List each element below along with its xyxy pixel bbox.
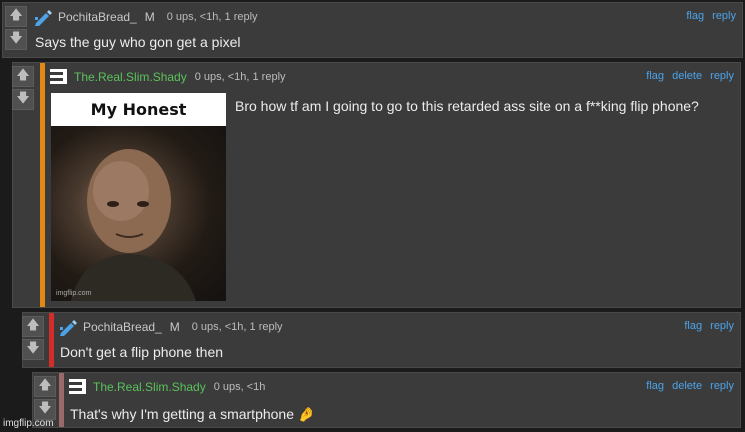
comment-actions: flag reply	[681, 10, 736, 22]
reply-link[interactable]: reply	[710, 380, 734, 392]
comment-text: Says the guy who gon get a pixel	[35, 34, 241, 50]
reply-link[interactable]: reply	[712, 10, 736, 22]
accent-bar	[49, 313, 54, 367]
reply-link[interactable]: reply	[710, 320, 734, 332]
comment-meta: 0 ups, <1h, 1 reply	[194, 71, 286, 83]
upvote-button[interactable]: 🡅	[34, 376, 56, 397]
vote-controls: 🡅 🡇	[22, 316, 44, 362]
pinched-fingers-icon: 🤌	[297, 406, 316, 422]
accent-bar	[40, 63, 45, 307]
comment-meta: 0 ups, <1h	[213, 381, 266, 393]
delete-link[interactable]: delete	[672, 70, 702, 82]
menu-icon	[50, 69, 67, 84]
meme-title: My Honest Reaction	[51, 93, 226, 152]
comment-header: PochitaBread_ M 0 ups, <1h, 1 reply	[33, 9, 258, 26]
comment-actions: flag reply	[679, 320, 734, 332]
downvote-button[interactable]: 🡇	[22, 339, 44, 360]
delete-link[interactable]: delete	[672, 380, 702, 392]
downvote-button[interactable]: 🡇	[34, 399, 56, 420]
comment-actions: flag delete reply	[641, 380, 734, 392]
comment-1: 🡅 🡇 PochitaBread_ M 0 ups, <1h, 1 reply …	[2, 2, 743, 58]
upvote-button[interactable]: 🡅	[22, 316, 44, 337]
flag-link[interactable]: flag	[646, 380, 664, 392]
comment-4: 🡅 🡇 The.Real.Slim.Shady 0 ups, <1h flag …	[32, 372, 741, 428]
comment-meta: 0 ups, <1h, 1 reply	[191, 321, 283, 333]
comment-3: 🡅 🡇 PochitaBread_ M 0 ups, <1h, 1 reply …	[22, 312, 741, 368]
username[interactable]: The.Real.Slim.Shady	[74, 70, 187, 84]
vote-controls: 🡅 🡇	[12, 66, 34, 112]
flag-link[interactable]: flag	[686, 10, 704, 22]
downvote-button[interactable]: 🡇	[5, 29, 27, 50]
flag-link[interactable]: flag	[646, 70, 664, 82]
vote-controls: 🡅 🡇	[5, 6, 27, 52]
mod-badge: M	[144, 10, 155, 24]
meme-caption: imgflip.com	[56, 290, 92, 297]
comment-header: The.Real.Slim.Shady 0 ups, <1h, 1 reply	[49, 69, 286, 85]
comment-header: The.Real.Slim.Shady 0 ups, <1h	[68, 379, 265, 395]
comment-header: PochitaBread_ M 0 ups, <1h, 1 reply	[58, 319, 283, 336]
flag-link[interactable]: flag	[684, 320, 702, 332]
comment-text-content: That's why I'm getting a smartphone	[70, 406, 295, 422]
comment-text: Don't get a flip phone then	[60, 344, 224, 360]
username[interactable]: PochitaBread_	[83, 320, 162, 334]
comment-meta: 0 ups, <1h, 1 reply	[166, 11, 258, 23]
upvote-button[interactable]: 🡅	[5, 6, 27, 27]
reply-link[interactable]: reply	[710, 70, 734, 82]
man-portrait-image	[71, 149, 196, 301]
username[interactable]: PochitaBread_	[58, 10, 137, 24]
menu-icon	[69, 379, 86, 394]
comment-text: That's why I'm getting a smartphone 🤌	[70, 406, 315, 423]
vote-controls: 🡅 🡇	[34, 376, 56, 422]
meme-image[interactable]: My Honest Reaction imgflip.com	[51, 93, 226, 301]
pencil-icon	[60, 320, 77, 336]
comment-actions: flag delete reply	[641, 70, 734, 82]
upvote-button[interactable]: 🡅	[12, 66, 34, 87]
mod-badge: M	[169, 320, 180, 334]
comment-text: Bro how tf am I going to go to this reta…	[235, 98, 699, 114]
imgflip-watermark: imgflip.com	[3, 418, 54, 429]
accent-bar	[59, 373, 64, 427]
meme-photo	[51, 126, 226, 301]
pencil-icon	[35, 10, 52, 26]
comment-2: 🡅 🡇 The.Real.Slim.Shady 0 ups, <1h, 1 re…	[12, 62, 741, 308]
username[interactable]: The.Real.Slim.Shady	[93, 380, 206, 394]
downvote-button[interactable]: 🡇	[12, 89, 34, 110]
